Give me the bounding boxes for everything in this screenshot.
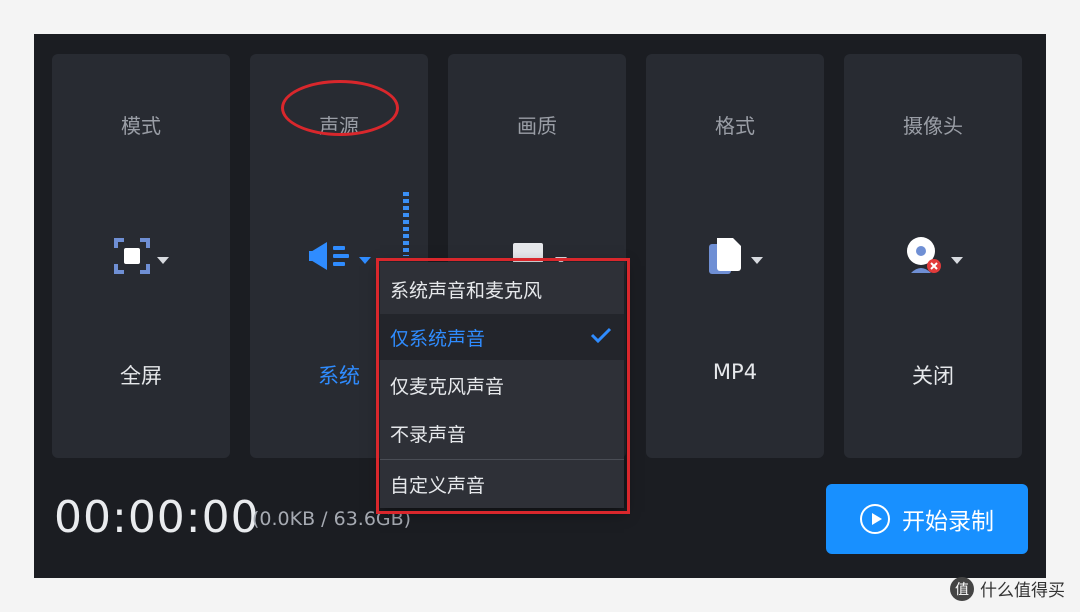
chevron-down-icon [157,256,169,264]
audio-level-meter [403,192,409,256]
recording-timer: 00:00:00 [54,492,260,543]
chevron-down-icon [751,256,763,264]
camera-card[interactable]: 摄像头 关闭 [844,54,1022,458]
format-card[interactable]: 格式 MP4 [646,54,824,458]
format-title: 格式 [715,114,755,138]
mode-selector[interactable] [52,236,230,280]
quality-title: 画质 [517,114,557,138]
file-icon [707,236,745,280]
camera-off-icon [903,235,945,281]
speaker-icon [307,239,353,277]
format-value: MP4 [712,360,758,384]
mode-card[interactable]: 模式 全屏 [52,54,230,458]
camera-title: 摄像头 [903,114,963,138]
camera-selector[interactable] [844,236,1022,280]
watermark: 值 什么值得买 [950,576,1065,601]
fullscreen-icon [113,237,151,279]
watermark-logo: 值 [950,576,974,601]
start-recording-label: 开始录制 [902,509,994,535]
annotation-rectangle [376,258,630,514]
start-recording-button[interactable]: 开始录制 [826,484,1028,554]
format-selector[interactable] [646,236,824,280]
chevron-down-icon [951,256,963,264]
mode-value: 全屏 [120,364,162,388]
annotation-ellipse [281,80,399,136]
play-icon [860,504,890,534]
camera-value: 关闭 [912,364,954,388]
mode-title: 模式 [121,114,161,138]
watermark-text: 什么值得买 [980,581,1065,601]
chevron-down-icon [359,256,371,264]
